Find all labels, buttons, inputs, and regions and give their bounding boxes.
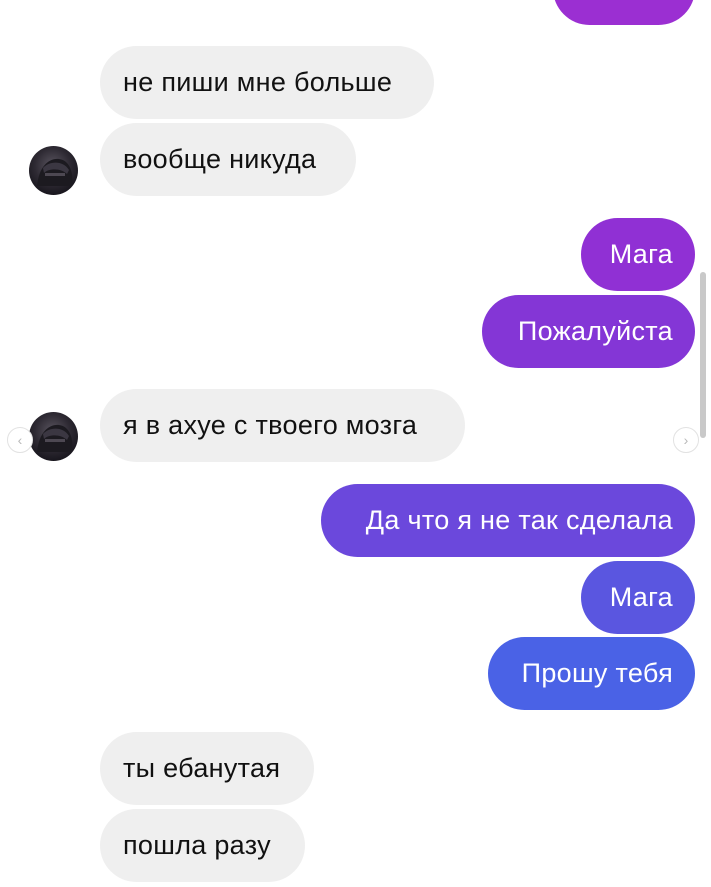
avatar-photo — [37, 158, 73, 186]
message-outgoing[interactable]: Мага — [581, 218, 695, 291]
message-outgoing[interactable] — [553, 0, 695, 25]
scrollbar[interactable] — [700, 272, 706, 438]
message-outgoing[interactable]: Да что я не так сделала — [321, 484, 695, 557]
message-outgoing[interactable]: Пожалуйста — [482, 295, 695, 368]
chevron-right-icon[interactable]: › — [673, 427, 699, 453]
message-incoming[interactable]: я в ахуе с твоего мозга — [100, 389, 465, 462]
message-incoming[interactable]: ты ебанутая — [100, 732, 314, 805]
message-incoming[interactable]: вообще никуда — [100, 123, 356, 196]
message-incoming[interactable]: пошла разу — [100, 809, 305, 882]
contact-avatar[interactable] — [29, 146, 78, 195]
message-incoming[interactable]: не пиши мне больше — [100, 46, 434, 119]
chat-screen: не пиши мне больше вообще никуда Мага По… — [0, 0, 711, 887]
chevron-left-icon[interactable]: ‹ — [7, 427, 33, 453]
avatar-photo — [37, 424, 73, 452]
message-outgoing[interactable]: Прошу тебя — [488, 637, 695, 710]
contact-avatar[interactable] — [29, 412, 78, 461]
message-outgoing[interactable]: Мага — [581, 561, 695, 634]
